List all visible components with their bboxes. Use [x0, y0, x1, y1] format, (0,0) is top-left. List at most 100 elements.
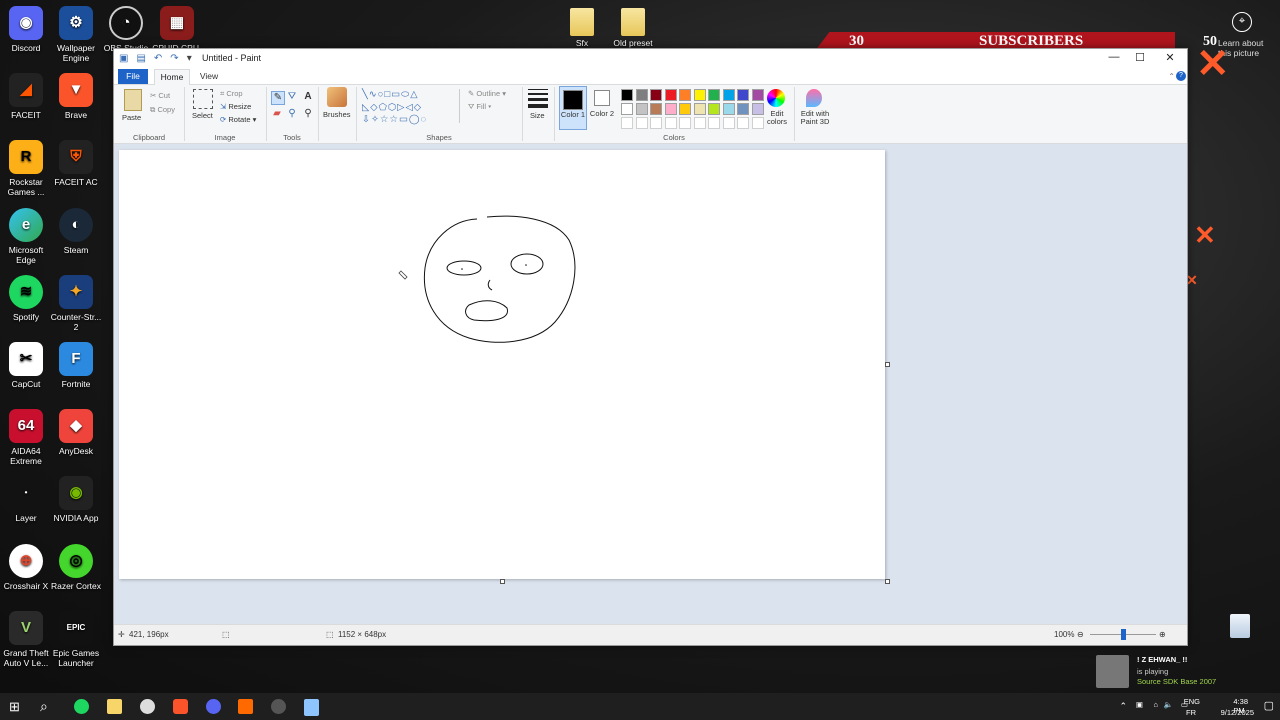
- eraser-icon[interactable]: ▰: [271, 108, 283, 120]
- copy-button[interactable]: ⧉ Copy: [150, 105, 175, 115]
- color-swatch[interactable]: [751, 89, 764, 101]
- custom-color-slot[interactable]: [679, 117, 691, 129]
- custom-color-slot[interactable]: [650, 117, 662, 129]
- volume-icon[interactable]: 🔈: [1164, 700, 1173, 709]
- desktop-icon-faceit-ac[interactable]: ⛨ FACEIT AC: [50, 140, 102, 187]
- custom-color-slot[interactable]: [621, 117, 633, 129]
- color2-button[interactable]: Color 2: [589, 86, 615, 130]
- desktop-icon-layer[interactable]: • Layer: [0, 476, 52, 523]
- desktop-folder-old-preset[interactable]: Old preset: [607, 8, 659, 48]
- color-swatch[interactable]: [621, 89, 633, 101]
- desktop-icon-rockstar[interactable]: R Rockstar Games ...: [0, 140, 52, 197]
- color-swatch[interactable]: [722, 89, 735, 101]
- desktop-icon-capcut[interactable]: ✂ CapCut: [0, 342, 52, 389]
- cut-button[interactable]: ✂ Cut: [150, 91, 170, 100]
- edit-with-paint3d-button[interactable]: Edit with Paint 3D: [796, 110, 834, 126]
- clock-date[interactable]: 9/12/2025: [1221, 708, 1254, 717]
- color-swatch[interactable]: [664, 89, 677, 101]
- select-button[interactable]: Select: [192, 111, 213, 120]
- tab-home[interactable]: Home: [154, 69, 190, 85]
- tray-app-icon[interactable]: ▣: [1136, 700, 1143, 709]
- obs-taskbar-icon[interactable]: [140, 699, 155, 714]
- search-icon[interactable]: ⌕: [40, 698, 48, 715]
- custom-color-slot[interactable]: [693, 117, 706, 129]
- desktop-icon-edge[interactable]: e Microsoft Edge: [0, 208, 52, 265]
- custom-color-slot[interactable]: [737, 117, 749, 129]
- custom-color-slot[interactable]: [635, 117, 648, 129]
- save-icon[interactable]: ▤: [136, 53, 145, 64]
- desktop-icon-gta5[interactable]: V Grand Theft Auto V Le...: [0, 611, 52, 668]
- spotify-taskbar-icon[interactable]: [74, 699, 89, 714]
- text-tool-icon[interactable]: A: [302, 91, 314, 103]
- color-swatch[interactable]: [693, 103, 706, 115]
- faceit-taskbar-icon[interactable]: [238, 699, 253, 714]
- desktop-icon-steam[interactable]: ◐ Steam: [50, 208, 102, 255]
- brushes-icon[interactable]: [327, 87, 347, 107]
- edit-colors-icon[interactable]: [767, 89, 785, 107]
- help-icon[interactable]: ?: [1176, 71, 1186, 81]
- undo-icon[interactable]: ↶: [154, 53, 162, 64]
- brushes-button[interactable]: Brushes: [323, 110, 351, 119]
- edit-colors-button[interactable]: Edit colors: [762, 110, 792, 126]
- custom-color-slot[interactable]: [664, 117, 677, 129]
- color-swatch[interactable]: [693, 89, 706, 101]
- select-icon[interactable]: [193, 89, 213, 109]
- minimize-button[interactable]: —: [1101, 51, 1127, 67]
- resize-handle-right[interactable]: [885, 362, 890, 367]
- shapes-gallery[interactable]: ╲∿○□▭⬭△ ◺◇⬠⬡▷◁◇ ⇩✧☆☆▭◯◌: [362, 89, 462, 127]
- color-swatch[interactable]: [679, 103, 691, 115]
- desktop-icon-wallpaper-engine[interactable]: ⚙ Wallpaper Engine: [50, 6, 102, 63]
- custom-color-slot[interactable]: [708, 117, 720, 129]
- language-secondary[interactable]: FR: [1186, 708, 1196, 717]
- size-button[interactable]: Size: [530, 111, 545, 120]
- desktop-icon-faceit[interactable]: ◢ FACEIT: [0, 73, 52, 120]
- tab-view[interactable]: View: [194, 69, 224, 84]
- fill-button[interactable]: ⛛ Fill ▾: [468, 102, 491, 112]
- paint-taskbar-icon[interactable]: [304, 699, 319, 716]
- network-icon[interactable]: ⌂: [1153, 700, 1158, 709]
- drawing-canvas[interactable]: [119, 150, 885, 579]
- tray-overflow-icon[interactable]: ⌃: [1119, 701, 1127, 712]
- brave-taskbar-icon[interactable]: [173, 699, 188, 714]
- color1-button[interactable]: Color 1: [559, 86, 587, 130]
- steam-notification[interactable]: ! Z EHWAN_ !! is playing Source SDK Base…: [1096, 652, 1280, 692]
- resize-handle-corner[interactable]: [885, 579, 890, 584]
- color-swatch[interactable]: [737, 89, 749, 101]
- fill-bucket-icon[interactable]: ⛛: [286, 91, 298, 103]
- desktop-icon-crosshair-x[interactable]: ⊕ Crosshair X: [0, 544, 52, 591]
- desktop-icon-brave[interactable]: ▼ Brave: [50, 73, 102, 120]
- outline-button[interactable]: ✎ Outline ▾: [468, 89, 506, 98]
- color-swatch[interactable]: [664, 103, 677, 115]
- custom-color-slot[interactable]: [722, 117, 735, 129]
- cpuz-taskbar-icon[interactable]: [271, 699, 286, 714]
- desktop-icon-epic-games[interactable]: EPIC Epic Games Launcher: [50, 611, 102, 668]
- desktop-icon-anydesk[interactable]: ◆ AnyDesk: [50, 409, 102, 456]
- color-swatch[interactable]: [708, 89, 720, 101]
- desktop-icon-spotify[interactable]: ≋ Spotify: [0, 275, 52, 322]
- color-swatch[interactable]: [621, 103, 633, 115]
- redo-icon[interactable]: ↷: [170, 53, 178, 64]
- camera-icon[interactable]: ⌖: [1232, 12, 1252, 32]
- color-picker-icon[interactable]: ⚲: [286, 108, 298, 120]
- color-swatch[interactable]: [650, 103, 662, 115]
- zoom-out-button[interactable]: ⊖: [1077, 630, 1084, 639]
- resize-button[interactable]: ⇲ Resize: [220, 102, 251, 111]
- maximize-button[interactable]: ☐: [1127, 51, 1153, 67]
- color-swatch[interactable]: [635, 89, 648, 101]
- tab-file[interactable]: File: [118, 69, 148, 84]
- discord-taskbar-icon[interactable]: [206, 699, 221, 714]
- desktop-icon-fortnite[interactable]: F Fortnite: [50, 342, 102, 389]
- paint3d-icon[interactable]: [806, 89, 822, 107]
- windows-start-icon[interactable]: ⊞: [9, 700, 22, 713]
- color-swatch[interactable]: [708, 103, 720, 115]
- collapse-ribbon-icon[interactable]: ⌃: [1168, 72, 1175, 81]
- pencil-icon[interactable]: ✎: [271, 91, 285, 105]
- paste-button[interactable]: Paste: [122, 113, 141, 122]
- desktop-icon-razer-cortex[interactable]: ◎ Razer Cortex: [50, 544, 102, 591]
- color-swatch[interactable]: [737, 103, 749, 115]
- desktop-icon-nvidia-app[interactable]: ◉ NVIDIA App: [50, 476, 102, 523]
- rotate-button[interactable]: ⟳ Rotate ▾: [220, 115, 256, 124]
- desktop-icon-counter-strike[interactable]: ✦ Counter-Str... 2: [50, 275, 102, 332]
- desktop-folder-sfx[interactable]: Sfx: [556, 8, 608, 48]
- desktop-icon-discord[interactable]: ◉ Discord: [0, 6, 52, 53]
